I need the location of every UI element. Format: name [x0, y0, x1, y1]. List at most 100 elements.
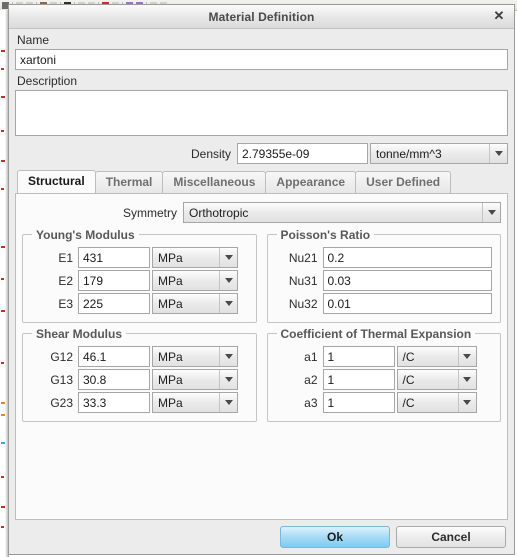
dialog-titlebar: Material Definition ✕ — [9, 5, 514, 29]
tab-user-defined[interactable]: User Defined — [355, 171, 452, 193]
shear-expansion-row: Shear Modulus G12 MPa G13 — [22, 327, 501, 422]
tree-entry — [1, 278, 4, 280]
nu21-input[interactable] — [322, 247, 492, 268]
shear-modulus-group: Shear Modulus G12 MPa G13 — [22, 327, 257, 422]
property-row: Nu21 — [276, 247, 492, 268]
youngs-modulus-title: Young's Modulus — [32, 228, 139, 242]
property-row: a2 /C — [276, 369, 493, 390]
tabbar: Structural Thermal Miscellaneous Appeara… — [15, 170, 508, 193]
g23-label: G23 — [50, 395, 73, 410]
thermal-expansion-group: Coefficient of Thermal Expansion a1 /C a… — [266, 327, 501, 422]
a2-input[interactable] — [322, 369, 395, 390]
g12-input[interactable] — [78, 346, 150, 367]
poissons-ratio-title: Poisson's Ratio — [276, 228, 375, 242]
e1-input[interactable] — [78, 247, 150, 268]
chevron-down-icon — [219, 271, 237, 290]
g12-unit-value: MPa — [158, 349, 183, 364]
e2-label: E2 — [58, 273, 73, 288]
g12-unit-select[interactable]: MPa — [152, 346, 238, 367]
e2-input[interactable] — [78, 270, 150, 291]
density-input[interactable] — [237, 143, 368, 164]
chevron-down-icon — [219, 248, 237, 267]
chevron-down-icon — [219, 294, 237, 313]
a1-label: a1 — [304, 349, 318, 364]
g23-input[interactable] — [78, 392, 150, 413]
chevron-down-icon — [457, 393, 476, 412]
thermal-expansion-title: Coefficient of Thermal Expansion — [276, 327, 476, 341]
chevron-down-icon — [219, 370, 237, 389]
nu31-label: Nu31 — [288, 273, 318, 288]
modulus-ratio-row: Young's Modulus E1 MPa E2 — [22, 228, 501, 323]
material-definition-dialog: Material Definition ✕ Name Description D… — [8, 4, 515, 555]
e1-label: E1 — [58, 250, 73, 265]
a3-label: a3 — [304, 395, 318, 410]
density-row: Density tonne/mm^3 — [15, 143, 508, 164]
property-row: a1 /C — [276, 346, 493, 367]
e1-unit-select[interactable]: MPa — [152, 247, 238, 268]
a2-unit-select[interactable]: /C — [396, 369, 477, 390]
property-row: a3 /C — [276, 392, 493, 413]
dialog-title: Material Definition — [208, 9, 315, 24]
tab-miscellaneous[interactable]: Miscellaneous — [162, 171, 267, 193]
tab-thermal[interactable]: Thermal — [94, 171, 164, 193]
symmetry-value: Orthotropic — [189, 205, 249, 220]
cancel-button[interactable]: Cancel — [396, 526, 506, 548]
property-row: E1 MPa — [31, 247, 248, 268]
property-row: G13 MPa — [31, 369, 248, 390]
property-row: Nu32 — [276, 293, 492, 314]
symmetry-select[interactable]: Orthotropic — [183, 202, 501, 223]
tree-entry — [1, 362, 4, 364]
g13-unit-select[interactable]: MPa — [152, 369, 238, 390]
description-input[interactable] — [15, 90, 508, 136]
e3-input[interactable] — [78, 293, 150, 314]
ok-button[interactable]: Ok — [280, 526, 390, 548]
property-row: E3 MPa — [31, 293, 248, 314]
tab-structural[interactable]: Structural — [17, 170, 96, 193]
g23-unit-value: MPa — [158, 395, 183, 410]
nu32-input[interactable] — [322, 293, 492, 314]
property-row: G23 MPa — [31, 392, 248, 413]
name-label: Name — [17, 33, 50, 47]
e3-unit-value: MPa — [158, 296, 183, 311]
tree-entry — [1, 188, 4, 190]
a3-input[interactable] — [322, 392, 395, 413]
g13-input[interactable] — [78, 369, 150, 390]
a3-unit-value: /C — [402, 395, 415, 410]
density-label: Density — [190, 146, 231, 161]
tab-appearance[interactable]: Appearance — [265, 171, 357, 193]
tree-entry — [1, 68, 4, 70]
e1-unit-value: MPa — [158, 250, 183, 265]
property-row: G12 MPa — [31, 346, 248, 367]
dialog-button-bar: Ok Cancel — [9, 520, 514, 554]
e2-unit-select[interactable]: MPa — [152, 270, 238, 291]
structural-tab-panel: Symmetry Orthotropic Young's Modulus E1 — [15, 193, 508, 520]
a3-unit-select[interactable]: /C — [396, 392, 477, 413]
e2-unit-value: MPa — [158, 273, 183, 288]
chevron-down-icon — [482, 203, 500, 222]
a1-unit-value: /C — [402, 349, 415, 364]
density-unit-select[interactable]: tonne/mm^3 — [370, 143, 508, 164]
tree-entry — [1, 476, 4, 478]
tree-entry — [1, 526, 4, 528]
a1-input[interactable] — [322, 346, 395, 367]
nu21-label: Nu21 — [288, 250, 318, 265]
g12-label: G12 — [50, 349, 73, 364]
chevron-down-icon — [219, 347, 237, 366]
chevron-down-icon — [457, 370, 476, 389]
youngs-modulus-group: Young's Modulus E1 MPa E2 — [22, 228, 257, 323]
close-icon[interactable]: ✕ — [491, 8, 507, 24]
description-label: Description — [17, 74, 78, 88]
a1-unit-select[interactable]: /C — [396, 346, 477, 367]
chevron-down-icon — [489, 144, 507, 163]
density-unit-value: tonne/mm^3 — [376, 146, 442, 161]
g23-unit-select[interactable]: MPa — [152, 392, 238, 413]
g13-label: G13 — [50, 372, 73, 387]
nu31-input[interactable] — [322, 270, 492, 291]
symmetry-row: Symmetry Orthotropic — [22, 202, 501, 223]
nu32-label: Nu32 — [288, 296, 318, 311]
chevron-down-icon — [219, 393, 237, 412]
a2-unit-value: /C — [402, 372, 415, 387]
name-input[interactable] — [15, 49, 508, 70]
e3-unit-select[interactable]: MPa — [152, 293, 238, 314]
chevron-down-icon — [457, 347, 476, 366]
